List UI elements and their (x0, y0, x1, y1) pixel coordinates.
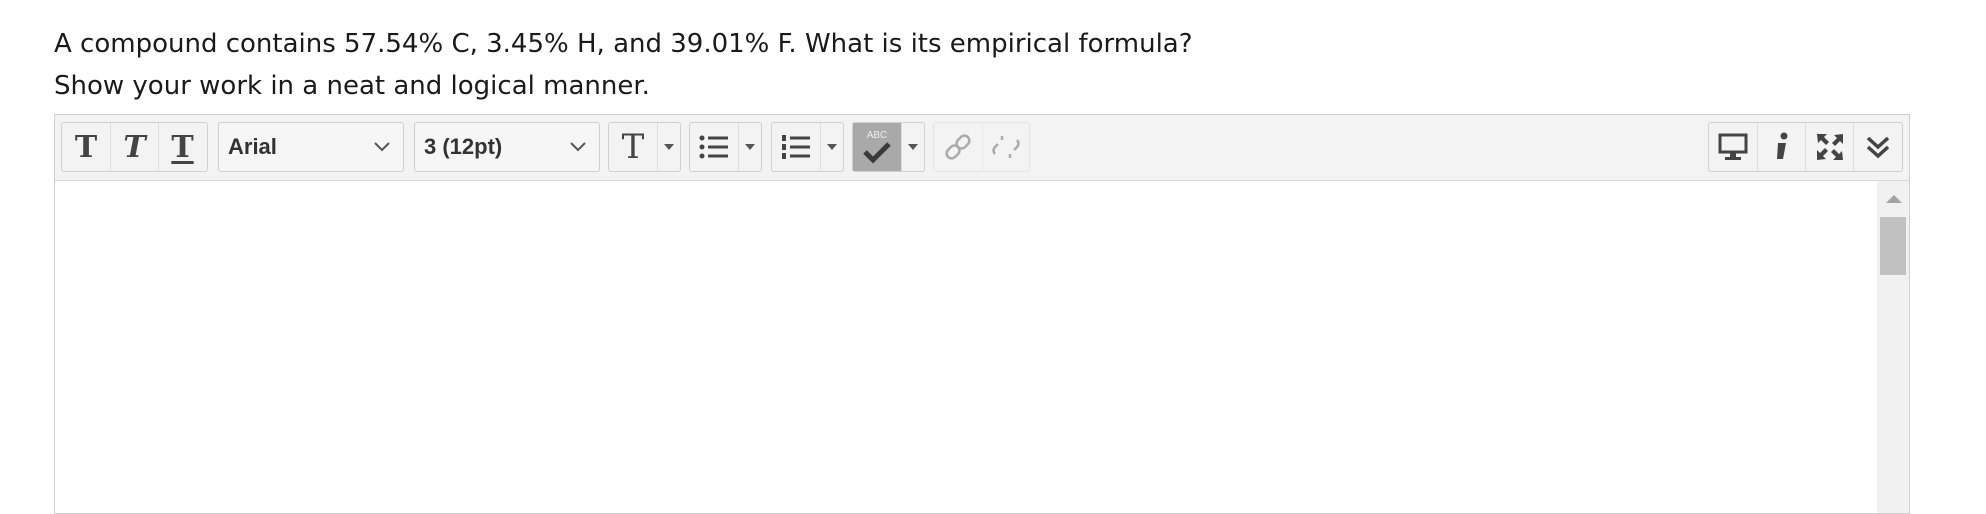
font-family-value: Arial (228, 134, 277, 159)
spellcheck-dropdown[interactable] (901, 123, 923, 171)
spellcheck-group: ABC (852, 122, 925, 172)
underline-button[interactable]: T (158, 123, 206, 171)
chevron-down-icon (374, 142, 390, 152)
text-color-button[interactable]: T (609, 123, 657, 171)
caret-down-icon (744, 144, 755, 150)
numbered-list-icon (782, 135, 810, 159)
scrollbar-thumb[interactable] (1880, 217, 1906, 275)
link-icon (945, 134, 971, 160)
text-color-dropdown[interactable] (657, 123, 679, 171)
monitor-icon (1718, 133, 1748, 160)
question-text: A compound contains 57.54% C, 3.45% H, a… (54, 29, 1193, 59)
collapse-toolbar-button[interactable] (1853, 123, 1901, 171)
text-color-group: T (608, 122, 681, 172)
italic-button[interactable]: T (110, 123, 158, 171)
numbered-list-dropdown[interactable] (820, 123, 842, 171)
caret-down-icon (907, 144, 918, 150)
view-options-group (1708, 122, 1903, 172)
caret-down-icon (826, 144, 837, 150)
bullet-list-dropdown[interactable] (738, 123, 760, 171)
editor-toolbar: T T T Arial 3 (12pt) T ABC (55, 115, 1909, 181)
info-button[interactable] (1757, 123, 1805, 171)
italic-icon: T (123, 129, 146, 165)
remove-link-button[interactable] (981, 123, 1030, 171)
insert-link-button[interactable] (934, 123, 982, 171)
numbered-list-group (771, 122, 844, 172)
font-size-select[interactable]: 3 (12pt) (414, 122, 600, 172)
spellcheck-button[interactable]: ABC (853, 123, 901, 171)
info-icon (1776, 132, 1787, 159)
link-group (933, 122, 1030, 172)
bullet-list-group (689, 122, 762, 172)
underline-icon: T (171, 129, 194, 165)
editor-text-area[interactable] (55, 181, 1877, 513)
scroll-up-arrow-icon[interactable] (1886, 195, 1902, 203)
preview-button[interactable] (1709, 123, 1757, 171)
checkmark-icon (863, 142, 891, 164)
bold-icon: T (74, 129, 98, 165)
numbered-list-button[interactable] (772, 123, 820, 171)
unlink-icon (992, 136, 1020, 158)
font-size-value: 3 (12pt) (424, 134, 503, 159)
fullscreen-button[interactable] (1805, 123, 1853, 171)
question-instruction: Show your work in a neat and logical man… (54, 71, 650, 101)
font-family-select[interactable]: Arial (218, 122, 404, 172)
double-chevron-down-icon (1866, 136, 1889, 159)
editor-scrollbar[interactable] (1877, 181, 1909, 513)
chevron-down-icon (570, 142, 586, 152)
bold-button[interactable]: T (62, 123, 110, 171)
text-color-icon: T (621, 127, 645, 167)
rich-text-editor: T T T Arial 3 (12pt) T ABC (54, 114, 1910, 514)
bullet-list-button[interactable] (690, 123, 738, 171)
expand-icon (1816, 134, 1843, 160)
caret-down-icon (663, 144, 674, 150)
text-style-group: T T T (61, 122, 208, 172)
bullet-list-icon (699, 135, 728, 159)
spellcheck-label: ABC (866, 130, 888, 141)
